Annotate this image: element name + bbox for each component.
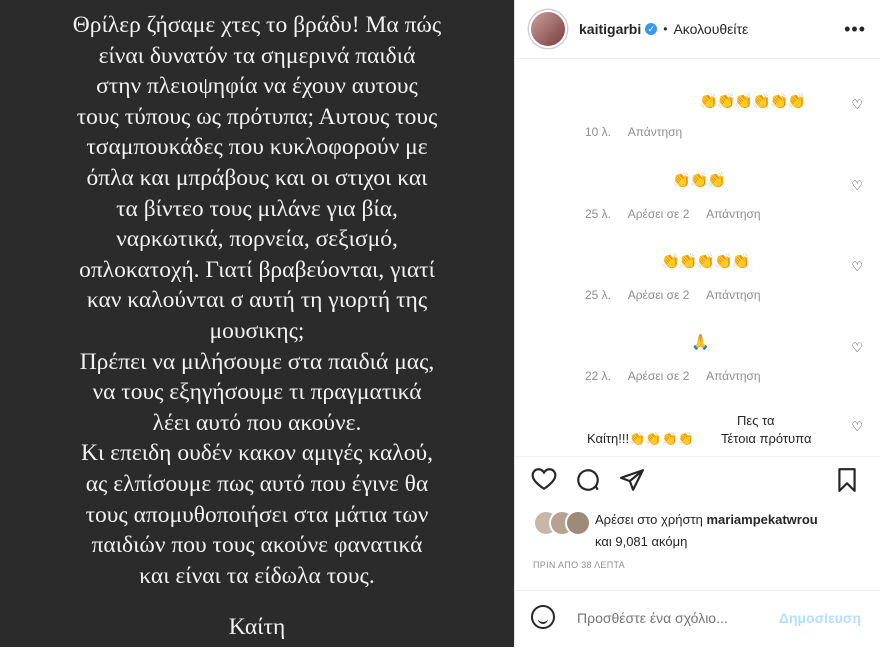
- share-icon[interactable]: [619, 467, 645, 499]
- like-comment-heart-icon[interactable]: ♡: [851, 419, 863, 435]
- comments-list[interactable]: 👏👏👏👏👏👏 ♡ 10 λ. Απάντηση 👏👏👏 ♡ 25 λ. Αρέσ…: [515, 59, 880, 456]
- post-header: kaitigarbi ✓ • Ακολουθείτε •••: [515, 0, 880, 59]
- comment-meta: 25 λ. Αρέσει σε 2 Απάντηση: [585, 288, 775, 302]
- comment-text-line2b: Τέτοια πρότυπα: [721, 431, 812, 446]
- comment-input[interactable]: [575, 609, 769, 627]
- liker-avatar: [565, 510, 591, 536]
- comment-likes[interactable]: Αρέσει σε 2: [628, 207, 690, 221]
- comment-time: 25 λ.: [585, 288, 612, 302]
- comment-meta: 25 λ. Αρέσει σε 2 Απάντηση: [585, 207, 775, 221]
- heart-icon[interactable]: [531, 467, 557, 497]
- comment-time: 25 λ.: [585, 207, 612, 221]
- like-comment-heart-icon[interactable]: ♡: [851, 97, 863, 113]
- like-comment-heart-icon[interactable]: ♡: [851, 259, 863, 275]
- comment-text-line2a: Καίτη!!!👏👏👏👏: [587, 431, 694, 446]
- like-comment-heart-icon[interactable]: ♡: [851, 340, 863, 356]
- post-image-signature: Καίτη: [228, 614, 286, 640]
- comment-meta: 22 λ. Αρέσει σε 2 Απάντηση: [585, 369, 775, 383]
- comment-time: 22 λ.: [585, 369, 612, 383]
- liker-username-link[interactable]: mariampekatwrou: [706, 512, 817, 527]
- like-comment-heart-icon[interactable]: ♡: [851, 178, 863, 194]
- instagram-post-view: Θρίλερ ζήσαμε χτες το βράδυ! Μα πώς είνα…: [0, 0, 880, 647]
- likes-prefix: Αρέσει στο χρήστη: [595, 512, 703, 527]
- comment-likes[interactable]: Αρέσει σε 2: [628, 288, 690, 302]
- verified-badge-icon: ✓: [645, 23, 658, 35]
- comment-likes[interactable]: Αρέσει σε 2: [628, 369, 690, 383]
- comment-text: 🙏: [691, 334, 710, 351]
- separator-dot: •: [663, 22, 668, 36]
- post-image-text: Θρίλερ ζήσαμε χτες το βράδυ! Μα πώς είνα…: [72, 12, 442, 589]
- comment-icon[interactable]: [575, 467, 601, 499]
- add-comment-bar: Δημοσίευση: [515, 590, 880, 648]
- post-actions: [515, 456, 880, 507]
- post-comment-button[interactable]: Δημοσίευση: [779, 610, 861, 626]
- reply-button[interactable]: Απάντηση: [706, 288, 761, 302]
- bookmark-icon[interactable]: [835, 467, 859, 499]
- reply-button[interactable]: Απάντηση: [706, 369, 761, 383]
- smiley-icon[interactable]: [531, 605, 555, 629]
- reply-button[interactable]: Απάντηση: [628, 125, 683, 139]
- more-options-icon[interactable]: •••: [844, 19, 866, 40]
- post-timestamp[interactable]: ΠΡΙΝ ΑΠΟ 38 ΛΕΠΤΑ: [533, 560, 625, 570]
- post-image[interactable]: Θρίλερ ζήσαμε χτες το βράδυ! Μα πώς είνα…: [0, 0, 514, 647]
- likes-line1: Αρέσει στο χρήστη mariampekatwrou: [595, 512, 818, 527]
- comment-text-line1: Πες τα: [737, 413, 775, 428]
- comment-text: 👏👏👏👏👏: [661, 253, 750, 270]
- username-link[interactable]: kaitigarbi: [579, 21, 641, 37]
- comment-meta: 10 λ. Απάντηση: [585, 125, 696, 139]
- comment-text: 👏👏👏: [672, 172, 726, 189]
- comment-time: 10 λ.: [585, 125, 612, 139]
- post-sidebar: kaitigarbi ✓ • Ακολουθείτε ••• 👏👏👏👏👏👏 ♡ …: [514, 0, 880, 647]
- likes-line2[interactable]: και 9,081 ακόμη: [595, 534, 687, 549]
- comment-text: 👏👏👏👏👏👏: [699, 93, 806, 110]
- avatar[interactable]: [529, 10, 567, 48]
- reply-button[interactable]: Απάντηση: [706, 207, 761, 221]
- following-button[interactable]: Ακολουθείτε: [673, 21, 748, 37]
